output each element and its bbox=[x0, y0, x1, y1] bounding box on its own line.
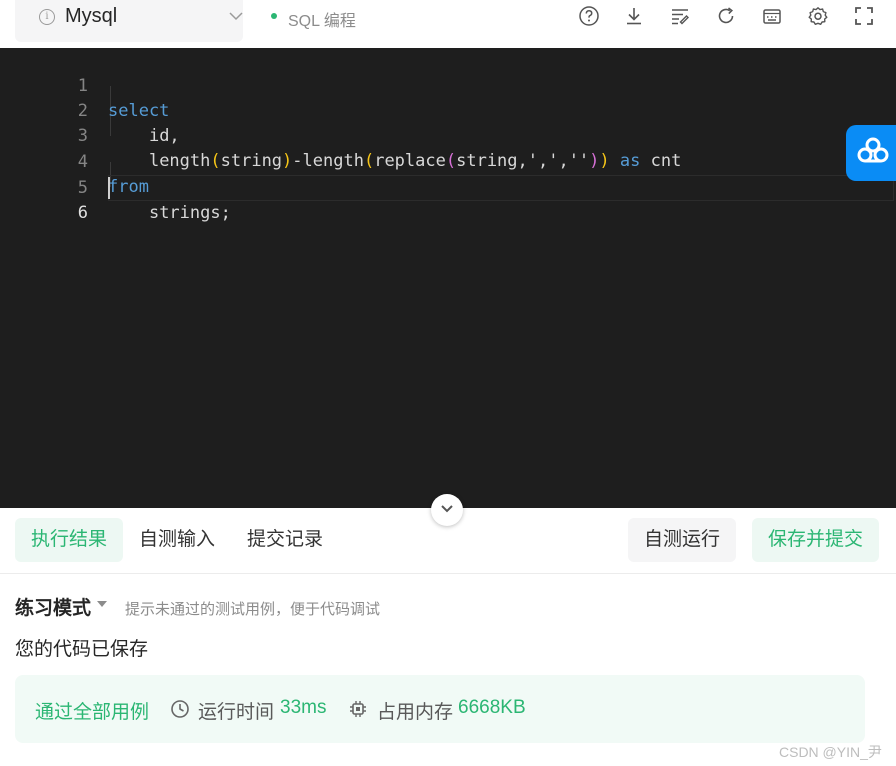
settings-icon[interactable] bbox=[807, 5, 829, 27]
caret-down-icon[interactable] bbox=[97, 601, 107, 607]
cloud-icon bbox=[856, 136, 890, 171]
mode-status-dot bbox=[271, 13, 277, 19]
language-select[interactable]: i Mysql bbox=[15, 0, 243, 42]
clock-icon bbox=[170, 699, 190, 719]
watermark: CSDN @YIN_尹 bbox=[779, 744, 882, 760]
chevron-down-icon bbox=[439, 500, 455, 521]
download-icon[interactable] bbox=[623, 5, 645, 27]
code-line: 1 select bbox=[0, 49, 896, 121]
language-name: Mysql bbox=[65, 5, 118, 27]
help-icon[interactable] bbox=[578, 5, 600, 27]
save-and-submit-button[interactable]: 保存并提交 bbox=[752, 518, 879, 562]
tab-custom-input[interactable]: 自测输入 bbox=[123, 518, 231, 562]
keyboard-icon[interactable] bbox=[761, 5, 783, 27]
code-line: 6 bbox=[0, 176, 896, 223]
line-number: 6 bbox=[77, 203, 88, 223]
test-result-summary: 通过全部用例 运行时间 33ms 占用内存 6668KB bbox=[15, 675, 865, 743]
runtime-label: 运行时间 bbox=[198, 702, 275, 723]
chevron-down-icon bbox=[228, 8, 244, 29]
code-line: 4 from bbox=[0, 125, 896, 197]
tab-submission-history[interactable]: 提交记录 bbox=[231, 518, 339, 562]
format-icon[interactable] bbox=[669, 5, 691, 27]
memory-label: 占用内存 bbox=[377, 702, 454, 723]
pass-status: 通过全部用例 bbox=[35, 702, 150, 723]
cloud-assistant-button[interactable] bbox=[846, 125, 896, 181]
tab-execution-result[interactable]: 执行结果 bbox=[15, 518, 124, 562]
mode-label: SQL 编程 bbox=[288, 13, 356, 30]
self-test-run-button[interactable]: 自测运行 bbox=[628, 518, 736, 562]
memory-chip-icon bbox=[348, 699, 368, 719]
practice-mode-select[interactable]: 练习模式 bbox=[15, 593, 91, 620]
runtime-value: 33ms bbox=[280, 697, 327, 718]
memory-value: 6668KB bbox=[458, 697, 526, 718]
editor-toolbar: i Mysql SQL 编程 bbox=[0, 0, 896, 48]
code-line: 3 length(string)-length(replace(string,'… bbox=[0, 99, 896, 171]
reset-icon[interactable] bbox=[715, 5, 737, 27]
code-line: 2 id, bbox=[0, 74, 896, 146]
collapse-panel-button[interactable] bbox=[431, 494, 463, 526]
code-editor[interactable]: 1 select 2 id, 3 length(string)-length(r… bbox=[0, 48, 896, 508]
code-workspace: i Mysql SQL 编程 1 select 2 id, 3 length(s… bbox=[0, 0, 896, 766]
code-line: 5 strings; bbox=[0, 151, 896, 223]
code-text: strings; bbox=[148, 203, 231, 223]
fullscreen-icon[interactable] bbox=[853, 5, 875, 27]
code-saved-message: 您的代码已保存 bbox=[15, 639, 149, 660]
practice-mode-hint: 提示未通过的测试用例，便于代码调试 bbox=[125, 601, 381, 618]
text-cursor bbox=[108, 177, 110, 199]
info-icon: i bbox=[39, 9, 55, 25]
